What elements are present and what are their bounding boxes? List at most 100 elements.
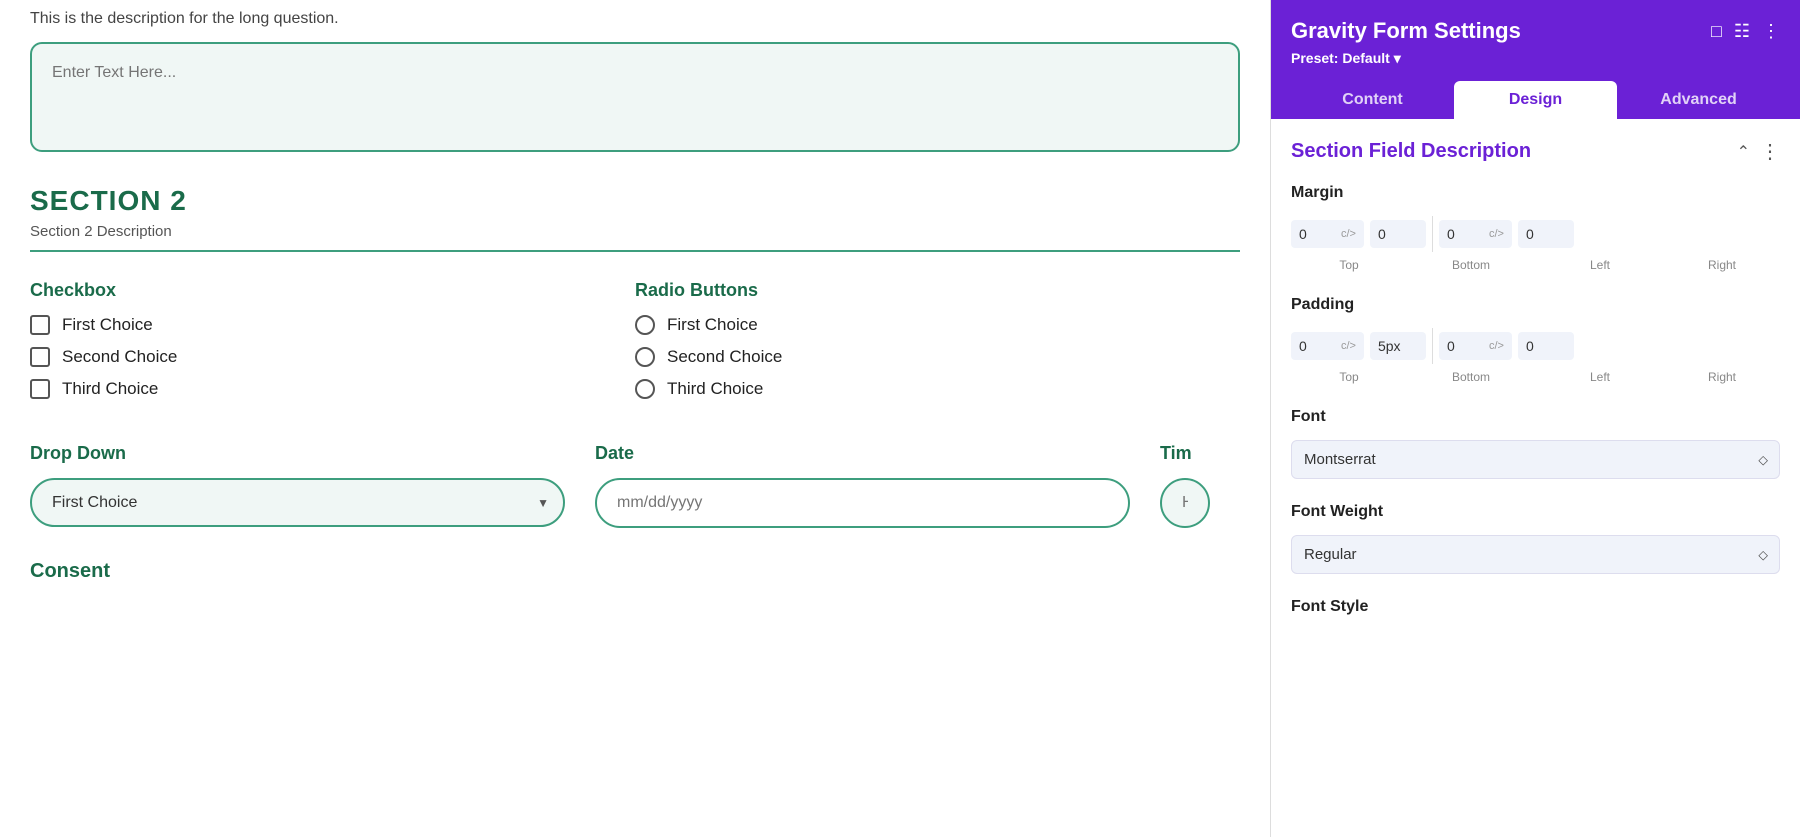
left-panel: This is the description for the long que… xyxy=(0,0,1270,837)
padding-bottom-wrapper xyxy=(1370,332,1426,360)
dropdown-label: Drop Down xyxy=(30,443,565,464)
padding-inputs-row: c/> c/> xyxy=(1291,328,1780,364)
checkbox-item-2[interactable]: Second Choice xyxy=(30,347,605,367)
checkbox-choice-3: Third Choice xyxy=(62,379,158,399)
font-weight-select[interactable]: Regular Bold Light xyxy=(1291,535,1780,574)
padding-left-unit: c/> xyxy=(1489,340,1504,352)
checkbox-choice-2: Second Choice xyxy=(62,347,177,367)
radio-input-2[interactable] xyxy=(635,347,655,367)
maximize-icon[interactable]: □ xyxy=(1711,21,1722,42)
padding-bottom-input[interactable] xyxy=(1378,338,1418,354)
section-desc: Section 2 Description xyxy=(30,223,1240,252)
font-section: Font Montserrat Arial Georgia xyxy=(1291,408,1780,479)
margin-right-wrapper xyxy=(1518,220,1574,248)
radio-input-1[interactable] xyxy=(635,315,655,335)
panel-body: Section Field Description ⌃ ⋮ Margin c/> xyxy=(1271,119,1800,837)
margin-top-label: Top xyxy=(1291,258,1407,272)
panel-preset: Preset: Default ▾ xyxy=(1291,50,1780,67)
section-more-icon[interactable]: ⋮ xyxy=(1760,139,1780,164)
padding-left-label: Left xyxy=(1542,370,1658,384)
tab-content[interactable]: Content xyxy=(1291,81,1454,119)
checkbox-input-3[interactable] xyxy=(30,379,50,399)
radio-choice-3: Third Choice xyxy=(667,379,763,399)
dropdown-group: Drop Down First Choice Second Choice Thi… xyxy=(30,443,595,527)
font-title: Font xyxy=(1291,408,1780,426)
radio-item-2[interactable]: Second Choice xyxy=(635,347,1210,367)
margin-left-wrapper: c/> xyxy=(1439,220,1512,248)
collapse-icon[interactable]: ⌃ xyxy=(1737,142,1750,162)
margin-left-input[interactable] xyxy=(1447,226,1487,242)
checkbox-choice-1: First Choice xyxy=(62,315,153,335)
font-weight-title: Font Weight xyxy=(1291,503,1780,521)
dropdown-select[interactable]: First Choice Second Choice Third Choice xyxy=(30,478,565,527)
date-label: Date xyxy=(595,443,1130,464)
textarea-field[interactable] xyxy=(30,42,1240,152)
checkbox-input-2[interactable] xyxy=(30,347,50,367)
checkbox-group: Checkbox First Choice Second Choice Thir… xyxy=(30,280,635,411)
grid-icon[interactable]: ☷ xyxy=(1734,21,1750,42)
radio-item-1[interactable]: First Choice xyxy=(635,315,1210,335)
margin-left-unit: c/> xyxy=(1489,228,1504,240)
date-input[interactable] xyxy=(595,478,1130,528)
padding-left-input[interactable] xyxy=(1447,338,1487,354)
padding-right-label: Right xyxy=(1664,370,1780,384)
radio-choice-1: First Choice xyxy=(667,315,758,335)
checkbox-label: Checkbox xyxy=(30,280,605,301)
consent-label: Consent xyxy=(30,560,1240,583)
padding-right-input[interactable] xyxy=(1526,338,1566,354)
panel-title: Gravity Form Settings xyxy=(1291,18,1521,44)
radio-label: Radio Buttons xyxy=(635,280,1210,301)
description-text: This is the description for the long que… xyxy=(30,0,1240,28)
margin-top-wrapper: c/> xyxy=(1291,220,1364,248)
margin-title: Margin xyxy=(1291,184,1780,202)
radio-choice-2: Second Choice xyxy=(667,347,782,367)
tab-advanced[interactable]: Advanced xyxy=(1617,81,1780,119)
checkbox-item-1[interactable]: First Choice xyxy=(30,315,605,335)
padding-left-wrapper: c/> xyxy=(1439,332,1512,360)
time-input[interactable] xyxy=(1160,478,1210,528)
font-weight-select-wrapper: Regular Bold Light xyxy=(1291,535,1780,574)
radio-input-3[interactable] xyxy=(635,379,655,399)
margin-bottom-wrapper xyxy=(1370,220,1426,248)
radio-item-3[interactable]: Third Choice xyxy=(635,379,1210,399)
padding-top-wrapper: c/> xyxy=(1291,332,1364,360)
preset-value: Default ▾ xyxy=(1342,50,1400,66)
margin-top-input[interactable] xyxy=(1299,226,1339,242)
padding-top-input[interactable] xyxy=(1299,338,1339,354)
panel-tabs: Content Design Advanced xyxy=(1291,81,1780,119)
tab-design[interactable]: Design xyxy=(1454,81,1617,119)
padding-labels-row: Top Bottom Left Right xyxy=(1291,370,1780,384)
padding-top-unit: c/> xyxy=(1341,340,1356,352)
bottom-fields-row: Drop Down First Choice Second Choice Thi… xyxy=(30,443,1240,528)
preset-label: Preset: xyxy=(1291,50,1338,66)
right-panel: Gravity Form Settings □ ☷ ⋮ Preset: Defa… xyxy=(1270,0,1800,837)
font-select[interactable]: Montserrat Arial Georgia xyxy=(1291,440,1780,479)
panel-header: Gravity Form Settings □ ☷ ⋮ Preset: Defa… xyxy=(1271,0,1800,119)
section-field-desc-icons: ⌃ ⋮ xyxy=(1737,139,1780,164)
padding-title: Padding xyxy=(1291,296,1780,314)
time-label: Tim xyxy=(1160,443,1210,464)
date-group: Date xyxy=(595,443,1160,528)
font-style-title: Font Style xyxy=(1291,598,1780,616)
checkbox-input-1[interactable] xyxy=(30,315,50,335)
section-field-desc-header: Section Field Description ⌃ ⋮ xyxy=(1291,139,1780,164)
margin-inputs-row: c/> c/> xyxy=(1291,216,1780,252)
checkbox-item-3[interactable]: Third Choice xyxy=(30,379,605,399)
panel-header-icons: □ ☷ ⋮ xyxy=(1711,21,1780,42)
margin-section: Margin c/> c/> Top xyxy=(1291,184,1780,272)
padding-right-wrapper xyxy=(1518,332,1574,360)
fields-row: Checkbox First Choice Second Choice Thir… xyxy=(30,280,1240,411)
padding-bottom-label: Bottom xyxy=(1413,370,1529,384)
panel-header-top: Gravity Form Settings □ ☷ ⋮ xyxy=(1291,18,1780,44)
margin-divider xyxy=(1432,216,1433,252)
margin-labels-row: Top Bottom Left Right xyxy=(1291,258,1780,272)
padding-top-label: Top xyxy=(1291,370,1407,384)
margin-bottom-input[interactable] xyxy=(1378,226,1418,242)
margin-bottom-label: Bottom xyxy=(1413,258,1529,272)
select-wrapper: First Choice Second Choice Third Choice xyxy=(30,478,565,527)
more-options-icon[interactable]: ⋮ xyxy=(1762,21,1780,42)
margin-left-label: Left xyxy=(1542,258,1658,272)
margin-right-input[interactable] xyxy=(1526,226,1566,242)
padding-section: Padding c/> c/> Top xyxy=(1291,296,1780,384)
radio-group: Radio Buttons First Choice Second Choice… xyxy=(635,280,1240,411)
